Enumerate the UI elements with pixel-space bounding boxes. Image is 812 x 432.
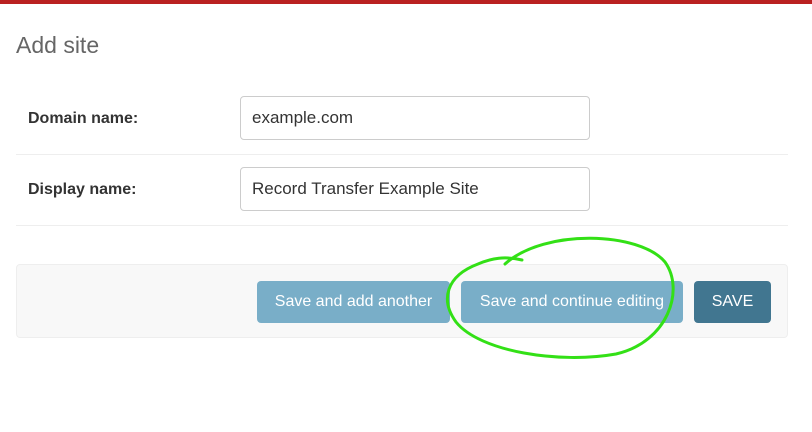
form-row-domain: Domain name: [16,84,788,155]
save-and-continue-editing-button[interactable]: Save and continue editing [461,281,683,323]
display-name-label: Display name: [28,181,137,198]
submit-row: Save and add another Save and continue e… [16,264,788,338]
page-title: Add site [16,32,100,58]
header-bar [0,0,812,4]
form-row-display: Display name: [16,155,788,226]
display-name-input[interactable] [240,167,590,211]
domain-name-label: Domain name: [28,110,139,127]
save-and-add-another-button[interactable]: Save and add another [257,281,450,323]
domain-name-input[interactable] [240,96,590,140]
save-button[interactable]: SAVE [694,281,771,323]
